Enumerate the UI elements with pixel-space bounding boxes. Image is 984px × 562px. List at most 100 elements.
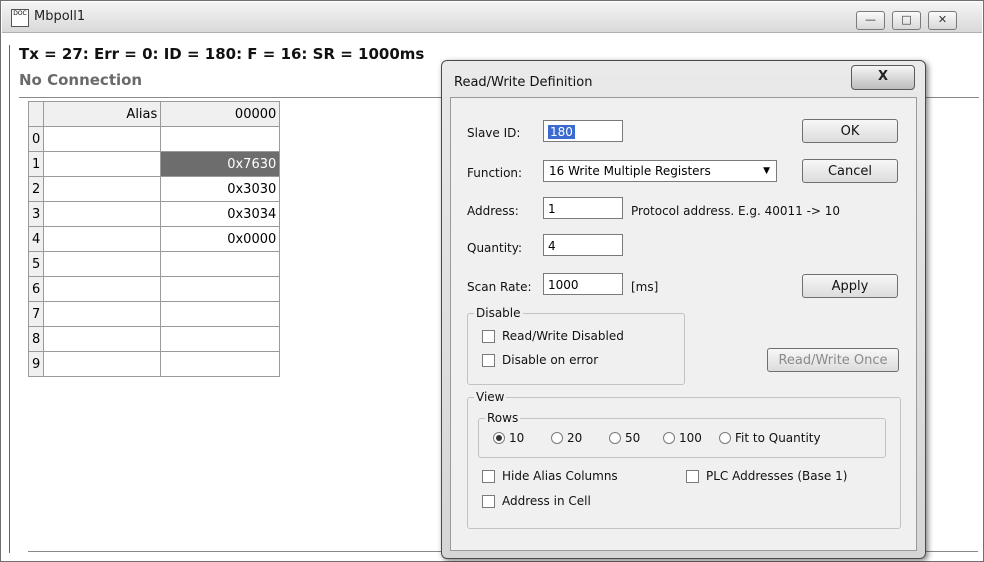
table-row[interactable]: 0 <box>27 126 281 152</box>
register-table: Alias 00000 0 1 0x7630 2 0x3030 3 0x3034… <box>27 101 281 377</box>
address-in-cell-label: Address in Cell <box>502 494 591 508</box>
function-value: 16 Write Multiple Registers <box>549 164 711 178</box>
disable-group-title: Disable <box>474 306 523 320</box>
slave-id-label: Slave ID: <box>467 126 521 140</box>
cancel-button[interactable]: Cancel <box>802 159 898 183</box>
value-cell-selected[interactable]: 0x7630 <box>160 151 281 177</box>
rows-fit-label: Fit to Quantity <box>735 431 821 445</box>
address-hint: Protocol address. E.g. 40011 -> 10 <box>631 204 841 218</box>
slave-id-field[interactable]: 180 <box>543 120 623 142</box>
table-row[interactable]: 1 0x7630 <box>27 151 281 177</box>
table-row[interactable]: 6 <box>27 276 281 302</box>
app-icon: DOC <box>11 9 29 27</box>
rows-fit-radio[interactable] <box>719 432 731 444</box>
row-index: 0 <box>27 126 45 152</box>
read-write-once-button[interactable]: Read/Write Once <box>767 348 899 372</box>
table-header-row: Alias 00000 <box>27 101 281 127</box>
chevron-down-icon: ▼ <box>763 166 770 176</box>
ok-button[interactable]: OK <box>802 119 898 143</box>
table-row[interactable]: 7 <box>27 301 281 327</box>
address-field[interactable]: 1 <box>543 197 623 219</box>
row-index: 7 <box>27 301 45 327</box>
alias-cell[interactable] <box>43 126 162 152</box>
row-index: 2 <box>27 176 45 202</box>
table-row[interactable]: 5 <box>27 251 281 277</box>
row-index: 5 <box>27 251 45 277</box>
rows-50-label: 50 <box>625 431 641 445</box>
rows-10-label: 10 <box>509 431 525 445</box>
rows-group-title: Rows <box>485 411 521 425</box>
plc-addresses-checkbox[interactable] <box>686 470 699 483</box>
value-cell[interactable] <box>160 301 281 327</box>
table-row[interactable]: 3 0x3034 <box>27 201 281 227</box>
connection-status: No Connection <box>19 71 143 89</box>
row-index: 4 <box>27 226 45 252</box>
value-cell[interactable] <box>160 276 281 302</box>
rows-100-radio[interactable] <box>663 432 675 444</box>
hide-alias-label: Hide Alias Columns <box>502 469 618 483</box>
table-row[interactable]: 8 <box>27 326 281 352</box>
rows-100-label: 100 <box>679 431 702 445</box>
address-label: Address: <box>467 204 519 218</box>
table-row[interactable]: 4 0x0000 <box>27 226 281 252</box>
dialog-close-button[interactable]: X <box>851 65 915 90</box>
dialog-body: Slave ID: 180 Function: 16 Write Multipl… <box>450 97 917 551</box>
rows-20-label: 20 <box>567 431 583 445</box>
rows-10-radio[interactable] <box>493 432 505 444</box>
function-label: Function: <box>467 166 523 180</box>
window-title: Mbpoll1 <box>34 9 86 24</box>
row-index: 6 <box>27 276 45 302</box>
alias-cell[interactable] <box>43 351 162 377</box>
read-write-definition-dialog: Read/Write Definition X Slave ID: 180 Fu… <box>441 60 926 559</box>
value-cell[interactable]: 0x3034 <box>160 201 281 227</box>
alias-cell[interactable] <box>43 326 162 352</box>
address-column-header[interactable]: 00000 <box>160 101 281 127</box>
minimize-button[interactable]: — <box>856 11 885 30</box>
corner-cell <box>27 101 45 127</box>
alias-cell[interactable] <box>43 226 162 252</box>
quantity-field[interactable]: 4 <box>543 234 623 256</box>
rows-20-radio[interactable] <box>551 432 563 444</box>
alias-cell[interactable] <box>43 276 162 302</box>
quantity-label: Quantity: <box>467 241 523 255</box>
scan-rate-field[interactable]: 1000 <box>543 273 623 295</box>
alias-cell[interactable] <box>43 251 162 277</box>
disable-on-error-checkbox[interactable] <box>482 354 495 367</box>
rows-group: Rows 10 20 50 100 Fit to Quantity <box>478 411 886 458</box>
row-index: 3 <box>27 201 45 227</box>
row-index: 1 <box>27 151 45 177</box>
alias-cell[interactable] <box>43 151 162 177</box>
table-row[interactable]: 9 <box>27 351 281 377</box>
rows-50-radio[interactable] <box>609 432 621 444</box>
value-cell[interactable] <box>160 326 281 352</box>
value-cell[interactable] <box>160 251 281 277</box>
value-cell[interactable]: 0x3030 <box>160 176 281 202</box>
alias-cell[interactable] <box>43 301 162 327</box>
alias-cell[interactable] <box>43 201 162 227</box>
table-row[interactable]: 2 0x3030 <box>27 176 281 202</box>
alias-column-header[interactable]: Alias <box>43 101 162 127</box>
value-cell[interactable]: 0x0000 <box>160 226 281 252</box>
address-in-cell-checkbox[interactable] <box>482 495 495 508</box>
hide-alias-checkbox[interactable] <box>482 470 495 483</box>
dialog-title: Read/Write Definition <box>454 75 593 90</box>
read-write-disabled-checkbox[interactable] <box>482 330 495 343</box>
title-bar[interactable]: DOC Mbpoll1 — □ ✕ <box>2 2 982 33</box>
row-index: 8 <box>27 326 45 352</box>
view-group: View Rows 10 20 50 100 Fit to Quantity H… <box>467 390 901 529</box>
scan-rate-label: Scan Rate: <box>467 280 532 294</box>
disable-on-error-label: Disable on error <box>502 353 599 367</box>
value-cell[interactable] <box>160 351 281 377</box>
status-line: Tx = 27: Err = 0: ID = 180: F = 16: SR =… <box>19 45 425 63</box>
view-group-title: View <box>474 390 507 404</box>
row-index: 9 <box>27 351 45 377</box>
maximize-button[interactable]: □ <box>892 11 921 30</box>
close-button[interactable]: ✕ <box>928 11 957 30</box>
value-cell[interactable] <box>160 126 281 152</box>
frame-border <box>9 45 10 553</box>
read-write-disabled-label: Read/Write Disabled <box>502 329 624 343</box>
alias-cell[interactable] <box>43 176 162 202</box>
apply-button[interactable]: Apply <box>802 274 898 298</box>
scan-rate-unit: [ms] <box>631 280 659 294</box>
function-select[interactable]: 16 Write Multiple Registers ▼ <box>543 160 777 182</box>
